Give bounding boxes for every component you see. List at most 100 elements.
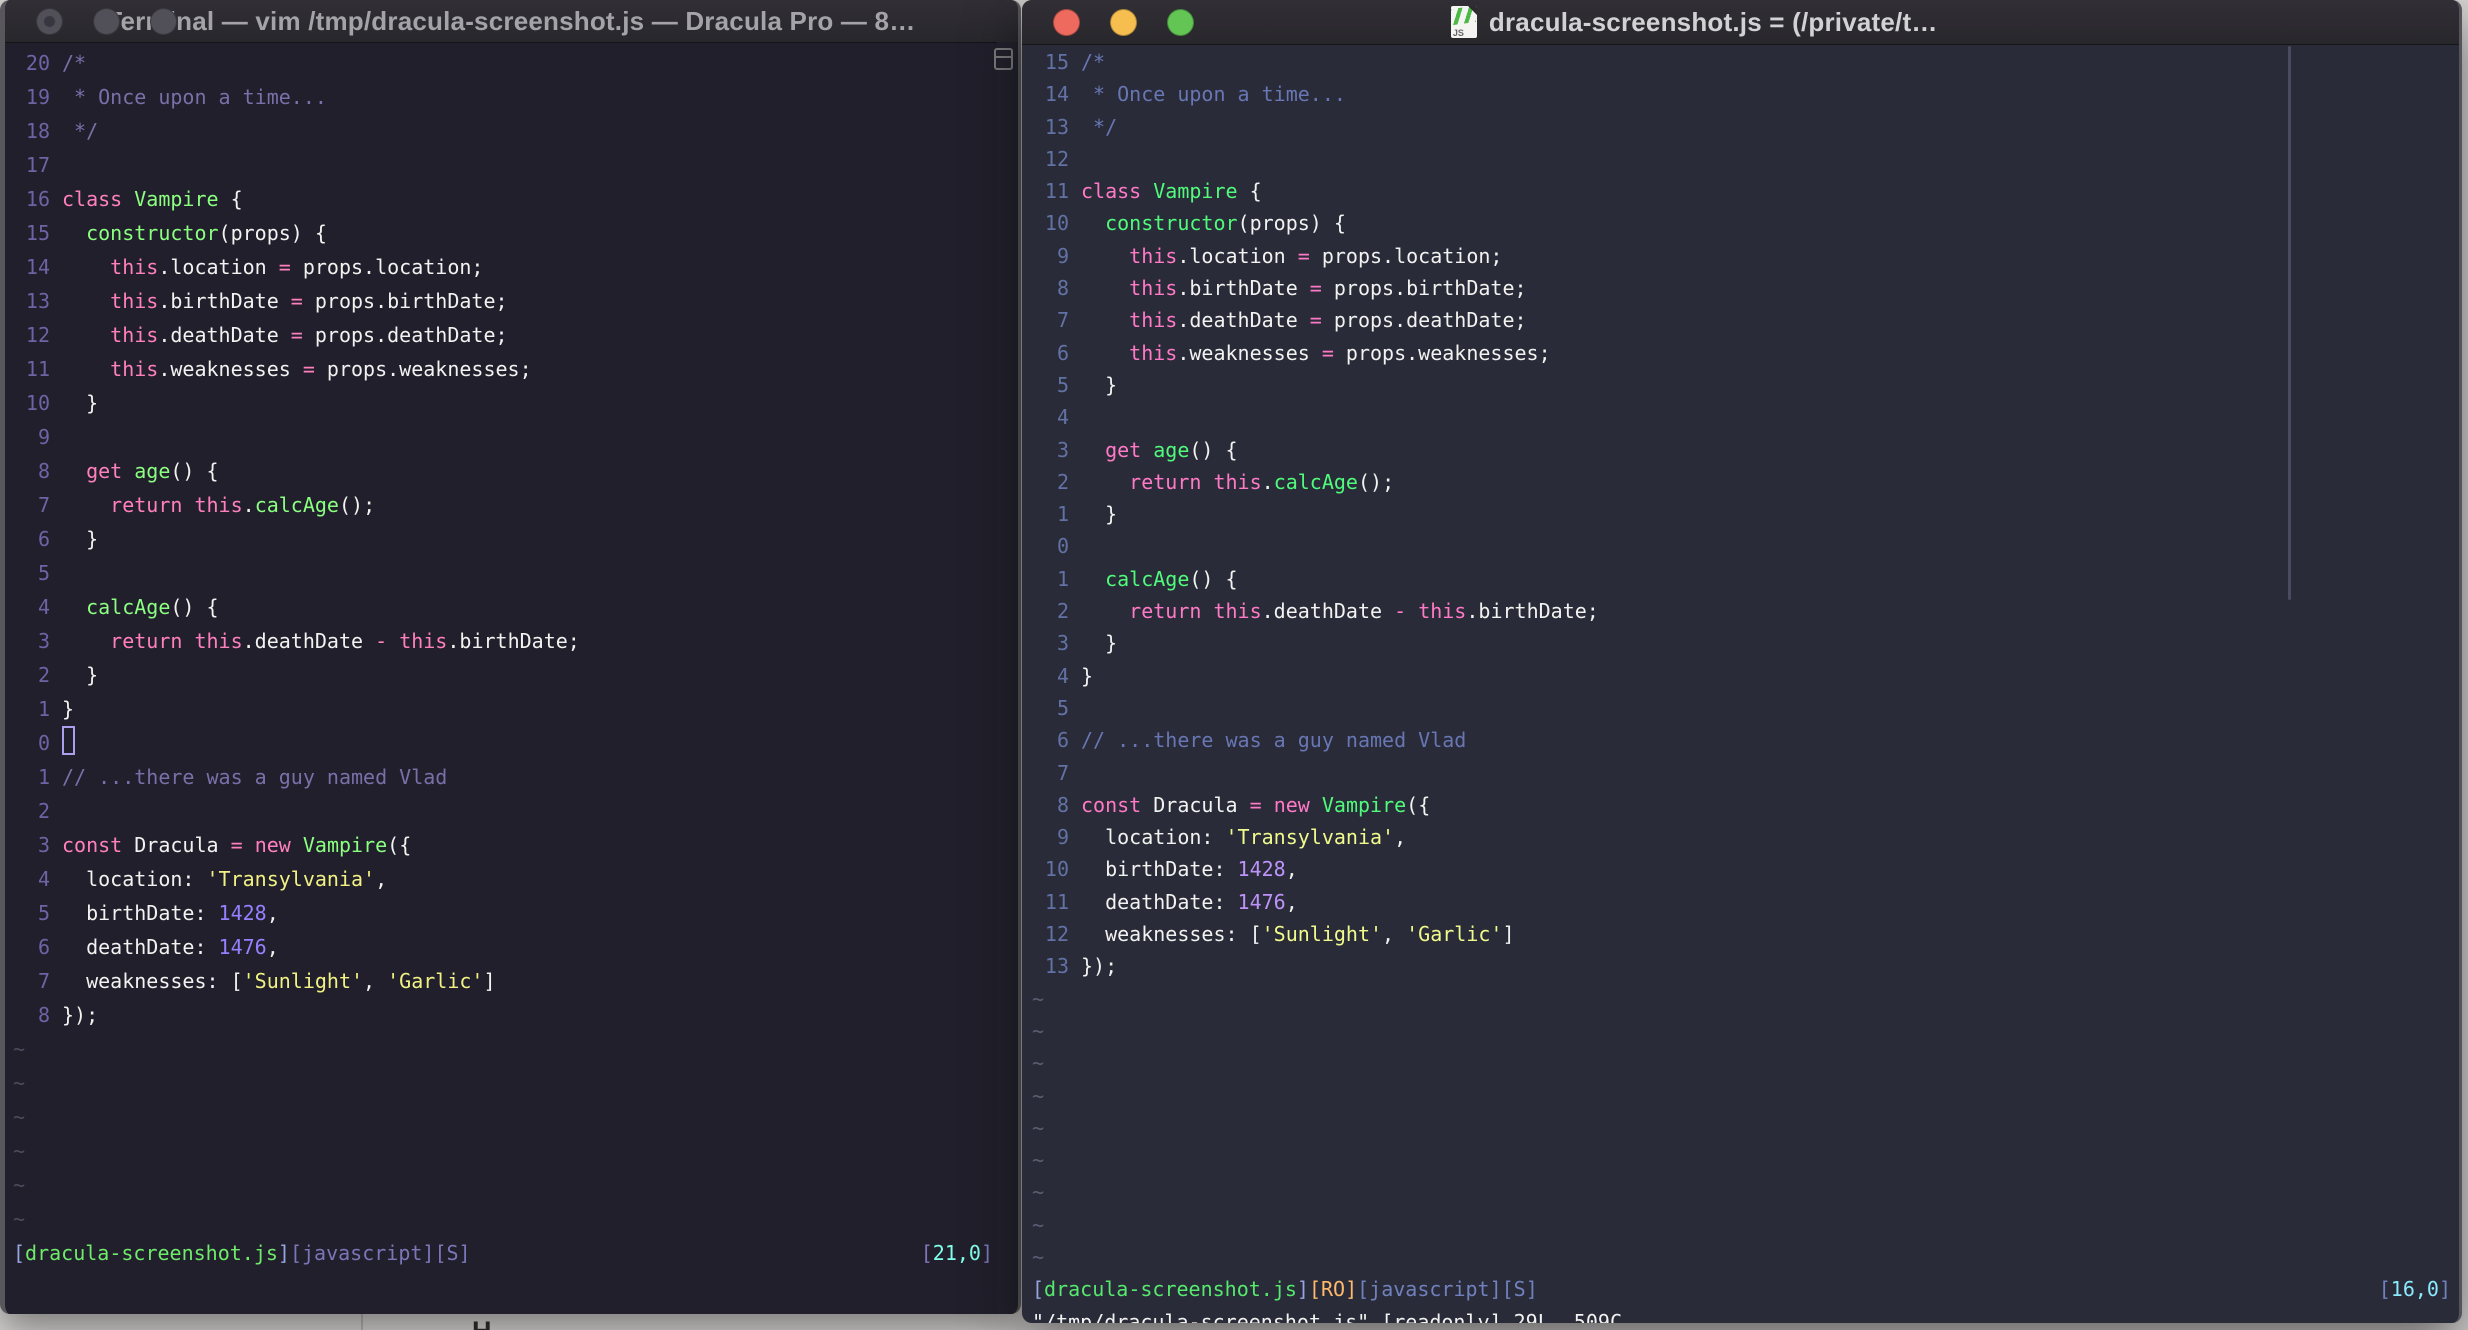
code-line: 9 this.location = props.location; xyxy=(1032,240,2455,272)
relative-line-number: 18 xyxy=(25,119,50,143)
code-token: constructor xyxy=(86,221,219,245)
code-token: this xyxy=(1213,469,1262,494)
code-line: 9 xyxy=(13,420,997,454)
code-line: 15 constructor(props) { xyxy=(13,216,997,250)
code-token: location: xyxy=(1081,825,1226,850)
code-token: * Once upon a time... xyxy=(1081,82,1346,107)
code-token: ] xyxy=(1502,922,1515,947)
code-token: this xyxy=(399,629,448,653)
code-token: */ xyxy=(62,119,99,143)
relative-line-number: 7 xyxy=(1056,760,1069,785)
code-token: = xyxy=(230,833,243,857)
code-line: 3 get age() { xyxy=(1032,434,2455,466)
relative-line-number: 6 xyxy=(37,935,50,959)
code-token: Dracula xyxy=(1141,792,1250,817)
tilde-marker: ~ xyxy=(13,1105,26,1129)
terminal-vim-editor[interactable]: 20/* 19 * Once upon a time... 18 */17 16 cla… xyxy=(5,42,997,1314)
code-token: const xyxy=(62,833,123,857)
split-pane-icon[interactable] xyxy=(994,48,1013,70)
code-token: calcAge xyxy=(1273,469,1358,494)
close-button[interactable] xyxy=(1053,8,1080,36)
code-line: 11 this.weaknesses = props.weaknesses; xyxy=(13,352,997,386)
status-token: [javascript][S] xyxy=(1357,1277,1538,1302)
relative-line-number: 17 xyxy=(25,153,50,177)
code-token: age xyxy=(134,459,171,483)
code-token: this xyxy=(1418,599,1467,624)
code-token: this xyxy=(1213,599,1262,624)
tilde-marker: ~ xyxy=(13,1207,26,1231)
relative-line-number: 0 xyxy=(1056,534,1069,559)
status-token: [ xyxy=(1032,1277,1045,1302)
code-line: 5 birthDate: 1428, xyxy=(13,896,997,930)
code-line: 18 */ xyxy=(13,114,997,148)
close-button[interactable] xyxy=(36,7,63,35)
vim-statusline: [dracula-screenshot.js][RO][javascript][… xyxy=(1032,1273,2455,1305)
ruler-token: ] xyxy=(980,1241,993,1265)
code-token: }); xyxy=(62,1003,99,1027)
code-token: = xyxy=(290,289,303,313)
relative-line-number: 1 xyxy=(1056,566,1069,591)
desktop: H Terminal — vim /tmp/dracula-screenshot… xyxy=(0,0,2468,1330)
code-token: . xyxy=(1261,469,1274,494)
minimize-button[interactable] xyxy=(93,7,120,35)
relative-line-number: 12 xyxy=(1044,922,1069,947)
code-line: 2 return this.calcAge(); xyxy=(1032,466,2455,498)
terminal-scrollbar[interactable] xyxy=(994,42,1018,1314)
code-token: props.birthDate; xyxy=(302,289,508,313)
ruler-token: 21,0 xyxy=(932,1241,981,1265)
code-token: 'Sunlight' xyxy=(242,969,364,993)
code-token: /* xyxy=(62,51,87,75)
relative-line-number: 5 xyxy=(37,901,50,925)
code-line: 17 xyxy=(13,148,997,182)
code-token: (props) { xyxy=(218,221,327,245)
code-token: props.deathDate; xyxy=(1321,308,1527,333)
relative-line-number: 3 xyxy=(37,833,50,857)
terminal-titlebar[interactable]: Terminal — vim /tmp/dracula-screenshot.j… xyxy=(5,0,1018,43)
zoom-button[interactable] xyxy=(150,7,177,35)
code-token: calcAge xyxy=(1105,566,1190,591)
macvim-titlebar[interactable]: JS dracula-screenshot.js = (/private/tmp… xyxy=(1022,0,2459,45)
code-token: , xyxy=(375,867,388,891)
status-token: [ xyxy=(13,1241,26,1265)
ruler-token: 16,0 xyxy=(2390,1277,2439,1302)
status-token: [javascript][S] xyxy=(289,1241,471,1265)
empty-line-tilde: ~ xyxy=(13,1100,997,1134)
minimize-button[interactable] xyxy=(1110,8,1137,36)
code-token: } xyxy=(1081,372,1118,397)
code-token: // ...there was a guy named Vlad xyxy=(62,765,448,789)
code-token: ({ xyxy=(1406,792,1431,817)
code-token: .birthDate; xyxy=(1466,599,1599,624)
code-line: 3 return this.deathDate - this.birthDate… xyxy=(13,624,997,658)
code-token: Vampire xyxy=(134,187,219,211)
empty-line-tilde: ~ xyxy=(13,1066,997,1100)
vim-scrollbar-thumb[interactable] xyxy=(2288,46,2291,600)
relative-line-number: 0 xyxy=(37,731,50,755)
relative-line-number: 4 xyxy=(1056,663,1069,688)
macvim-editor[interactable]: 15/* 14 * Once upon a time... 13 */12 11 cla… xyxy=(1022,44,2455,1323)
zoom-button[interactable] xyxy=(1167,8,1194,36)
code-token: (props) { xyxy=(1237,211,1346,236)
empty-line-tilde: ~ xyxy=(1032,1080,2455,1112)
code-token: * Once upon a time... xyxy=(62,85,327,109)
relative-line-number: 9 xyxy=(1056,243,1069,268)
code-token: 1428 xyxy=(218,901,267,925)
empty-line-tilde: ~ xyxy=(1032,1047,2455,1079)
code-line: 0 xyxy=(13,726,997,760)
code-token: new xyxy=(254,833,291,857)
ruler-token: [ xyxy=(2378,1277,2391,1302)
code-token: } xyxy=(62,527,99,551)
tilde-marker: ~ xyxy=(1032,1051,1045,1076)
code-token: this xyxy=(194,629,243,653)
status-token: [RO] xyxy=(1308,1277,1358,1302)
code-token: 'Garlic' xyxy=(387,969,484,993)
relative-line-number: 11 xyxy=(1044,179,1069,204)
relative-line-number: 7 xyxy=(1056,308,1069,333)
